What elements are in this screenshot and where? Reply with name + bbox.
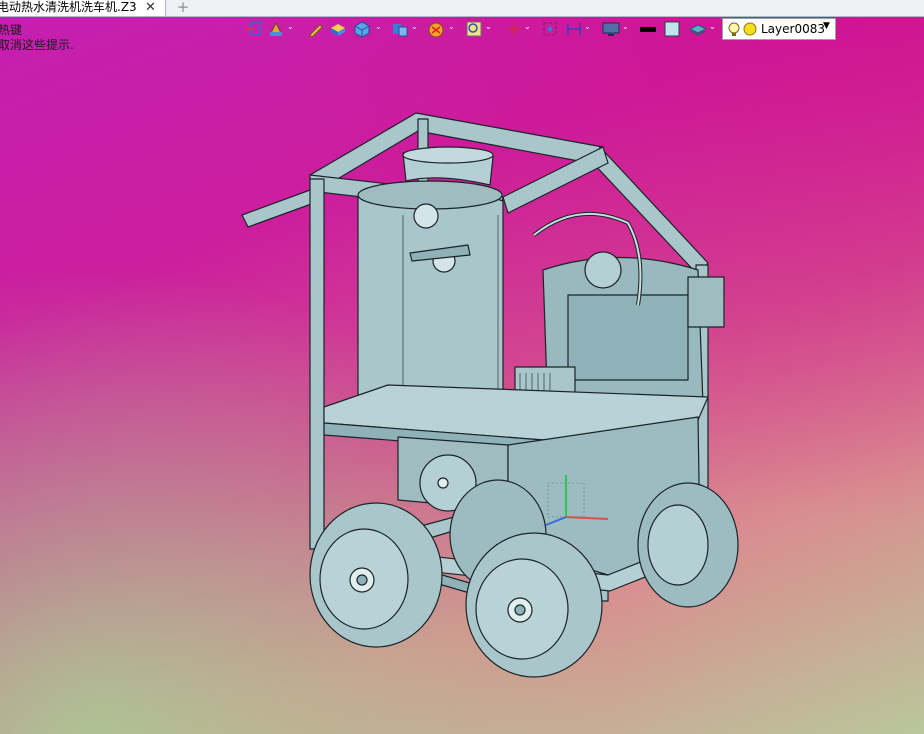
pressure-gauge (413, 203, 439, 229)
chevron-down-icon[interactable]: ▼ (823, 21, 830, 31)
snap-icon[interactable] (244, 19, 264, 39)
handle-bar (241, 189, 315, 228)
chevron-down-icon[interactable]: ⌄ (448, 22, 455, 31)
new-tab-button[interactable]: + (176, 0, 190, 16)
line-color-icon[interactable] (638, 19, 658, 39)
render-style-icon[interactable] (266, 19, 286, 39)
fill-color-icon[interactable] (662, 19, 682, 39)
chevron-down-icon[interactable]: ⌄ (622, 22, 629, 31)
chevron-down-icon[interactable]: ⌄ (411, 22, 418, 31)
air-filter (687, 276, 725, 328)
zoom-icon[interactable] (464, 19, 484, 39)
layer-select[interactable]: Layer0083 ▼ (722, 18, 836, 40)
chevron-down-icon[interactable]: ⌄ (485, 22, 492, 31)
cube-view-icon[interactable] (352, 19, 372, 39)
component-icon[interactable] (540, 19, 560, 39)
solid-icon[interactable] (328, 19, 348, 39)
chevron-down-icon[interactable]: ⌄ (709, 22, 716, 31)
document-tab-title: 电动热水清洗机洗车机.Z3 (0, 0, 137, 14)
lightbulb-icon[interactable] (725, 19, 761, 39)
document-tab[interactable]: 电动热水清洗机洗车机.Z3 ✕ (0, 0, 166, 16)
chimney-opening (402, 146, 494, 164)
close-icon[interactable]: ✕ (145, 0, 156, 15)
chevron-down-icon[interactable]: ⌄ (375, 22, 382, 31)
viewport-toolbar: ⌄ ⌄ ⌄ ⌄ ⌄ ⌄ ⌄ ⌄ ⌄ Layer0083 ▼ (242, 18, 842, 40)
filter-icon[interactable] (426, 19, 446, 39)
pencil-icon[interactable] (306, 19, 326, 39)
frame-post-left (309, 178, 325, 550)
chevron-down-icon[interactable]: ⌄ (584, 22, 591, 31)
display-icon[interactable] (390, 19, 410, 39)
chevron-down-icon[interactable]: ⌄ (287, 22, 294, 31)
dimension-icon[interactable] (564, 19, 584, 39)
document-tab-bar: 电动热水清洗机洗车机.Z3 ✕ + (0, 0, 924, 17)
chevron-down-icon[interactable]: ⌄ (524, 22, 531, 31)
dismiss-hints-link[interactable]: 取消这些提示. (0, 36, 74, 53)
engine-block (567, 294, 689, 381)
layer-name: Layer0083 (761, 22, 825, 36)
layer-stack-icon[interactable] (688, 19, 708, 39)
pick-icon[interactable] (504, 19, 524, 39)
fuel-cap (584, 251, 622, 289)
monitor-icon[interactable] (601, 19, 621, 39)
pressure-washer-model[interactable] (238, 105, 748, 685)
